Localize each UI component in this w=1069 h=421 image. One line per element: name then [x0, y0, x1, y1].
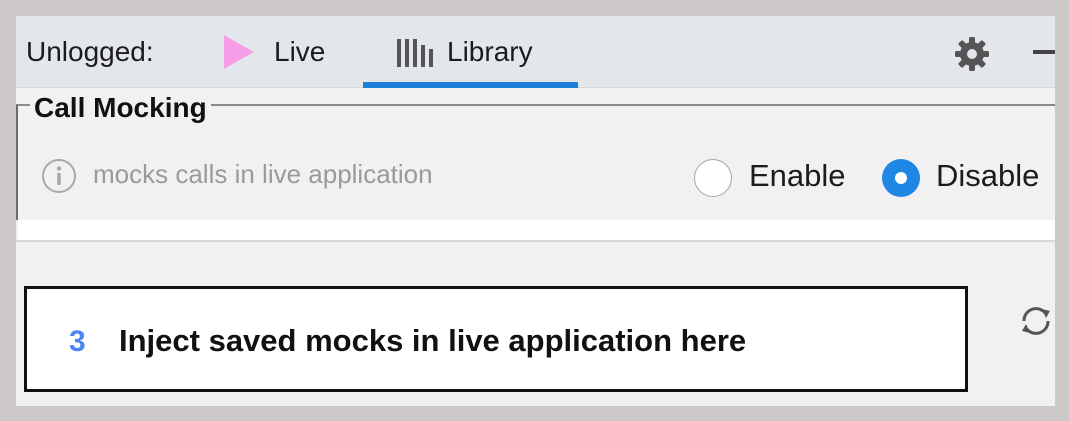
tab-live[interactable]: Live: [224, 16, 325, 88]
disable-radio[interactable]: [882, 159, 920, 197]
play-icon: [224, 35, 254, 69]
call-mocking-description: mocks calls in live application: [93, 159, 433, 189]
library-icon: [397, 37, 435, 67]
active-tab-indicator: [363, 82, 578, 88]
info-icon: [41, 158, 77, 199]
top-bar: Unlogged: Live Library: [16, 16, 1055, 88]
tab-library-label: Library: [447, 36, 533, 67]
gear-icon[interactable]: [954, 36, 990, 77]
callout-text: Inject saved mocks in live application h…: [119, 323, 747, 358]
tab-library[interactable]: Library: [363, 16, 578, 88]
call-mocking-title: Call Mocking: [30, 92, 211, 124]
callout-step-number: 3: [69, 325, 86, 358]
tab-live-label: Live: [274, 36, 326, 67]
minimize-icon[interactable]: [1033, 50, 1055, 54]
enable-radio[interactable]: [694, 159, 732, 197]
app-window: Unlogged: Live Library Call Mocking mock…: [16, 16, 1055, 406]
radio-selected-dot: [895, 172, 907, 184]
annotation-callout: 3 Inject saved mocks in live application…: [24, 286, 968, 392]
disable-radio-label[interactable]: Disable: [936, 158, 1039, 194]
login-status-label: Unlogged:: [26, 36, 154, 67]
enable-radio-label[interactable]: Enable: [749, 158, 846, 194]
panel-footer-band: [18, 220, 1055, 240]
refresh-icon[interactable]: [1016, 301, 1055, 346]
divider: [16, 240, 1055, 242]
